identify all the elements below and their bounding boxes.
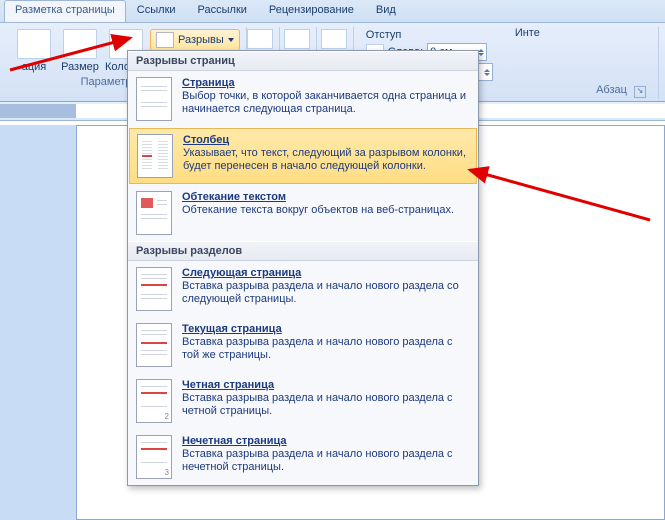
break-textwrap-thumb-icon xyxy=(136,191,172,235)
break-next-page-item[interactable]: Следующая страница Вставка разрыва разде… xyxy=(128,261,478,317)
tab-view[interactable]: Вид xyxy=(365,0,407,22)
break-even-page-thumb-icon: 2 xyxy=(136,379,172,423)
size-icon xyxy=(63,29,97,59)
breaks-dropdown-panel: Разрывы страниц Страница Выбор точки, в … xyxy=(127,50,479,486)
break-continuous-title: Текущая страница xyxy=(182,323,470,335)
orientation-button[interactable]: ация xyxy=(12,27,56,75)
break-textwrap-desc: Обтекание текста вокруг объектов на веб-… xyxy=(182,204,470,217)
orientation-icon xyxy=(17,29,51,59)
break-column-desc: Указывает, что текст, следующий за разры… xyxy=(183,147,469,173)
tab-mailings[interactable]: Рассылки xyxy=(187,0,258,22)
tab-page-layout[interactable]: Разметка страницы xyxy=(4,0,126,22)
break-continuous-thumb-icon xyxy=(136,323,172,367)
break-next-page-desc: Вставка разрыва раздела и начало нового … xyxy=(182,280,470,306)
size-button[interactable]: Размер xyxy=(58,27,102,75)
break-page-item[interactable]: Страница Выбор точки, в которой заканчив… xyxy=(128,71,478,127)
align-icon[interactable] xyxy=(321,29,347,49)
break-odd-page-title: Нечетная страница xyxy=(182,435,470,447)
break-continuous-desc: Вставка разрыва раздела и начало нового … xyxy=(182,336,470,362)
breaks-dropdown-button[interactable]: Разрывы xyxy=(150,29,240,51)
break-even-page-title: Четная страница xyxy=(182,379,470,391)
dropdown-header-page-breaks: Разрывы страниц xyxy=(128,51,478,71)
break-page-thumb-icon xyxy=(136,77,172,121)
chevron-down-icon xyxy=(228,38,234,42)
watermark-icon[interactable] xyxy=(247,29,273,49)
break-odd-page-desc: Вставка разрыва раздела и начало нового … xyxy=(182,448,470,474)
tab-review[interactable]: Рецензирование xyxy=(258,0,365,22)
break-textwrap-item[interactable]: Обтекание текстом Обтекание текста вокру… xyxy=(128,185,478,241)
break-odd-page-item[interactable]: 3 Нечетная страница Вставка разрыва разд… xyxy=(128,429,478,485)
orientation-label: ация xyxy=(22,61,47,73)
break-textwrap-title: Обтекание текстом xyxy=(182,191,470,203)
break-even-page-desc: Вставка разрыва раздела и начало нового … xyxy=(182,392,470,418)
size-label: Размер xyxy=(61,61,99,73)
break-page-desc: Выбор точки, в которой заканчивается одн… xyxy=(182,90,470,116)
break-next-page-title: Следующая страница xyxy=(182,267,470,279)
dropdown-header-section-breaks: Разрывы разделов xyxy=(128,241,478,261)
break-odd-page-thumb-icon: 3 xyxy=(136,435,172,479)
break-continuous-item[interactable]: Текущая страница Вставка разрыва раздела… xyxy=(128,317,478,373)
ribbon-tab-strip: Разметка страницы Ссылки Рассылки Реценз… xyxy=(0,0,665,23)
tab-links[interactable]: Ссылки xyxy=(126,0,187,22)
break-next-page-thumb-icon xyxy=(136,267,172,311)
break-page-title: Страница xyxy=(182,77,470,89)
indent-heading: Отступ xyxy=(366,29,493,41)
break-column-item[interactable]: Столбец Указывает, что текст, следующий … xyxy=(129,128,477,184)
paragraph-group-label: Абзац xyxy=(596,84,627,96)
bring-front-icon[interactable] xyxy=(284,29,310,49)
interval-heading: Инте xyxy=(515,27,540,39)
dialog-launcher-icon[interactable]: ↘ xyxy=(634,86,646,98)
breaks-label: Разрывы xyxy=(178,34,224,46)
breaks-icon xyxy=(156,32,174,48)
break-column-thumb-icon xyxy=(137,134,173,178)
break-column-title: Столбец xyxy=(183,134,469,146)
break-even-page-item[interactable]: 2 Четная страница Вставка разрыва раздел… xyxy=(128,373,478,429)
